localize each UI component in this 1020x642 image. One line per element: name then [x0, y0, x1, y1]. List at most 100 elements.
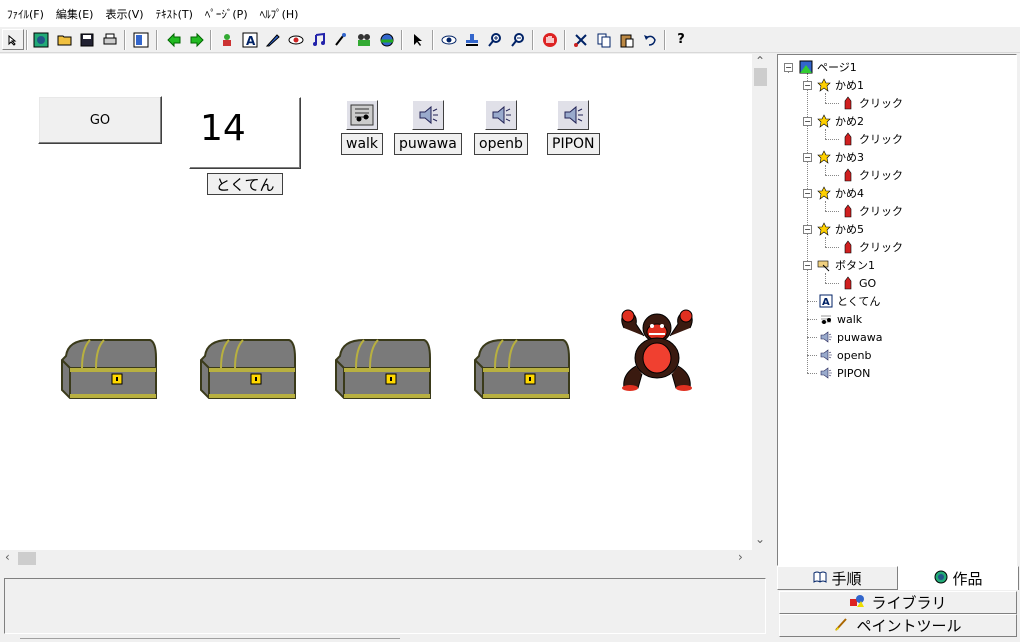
toolbar: A ? [0, 27, 1020, 53]
new-page-icon[interactable] [30, 29, 52, 50]
gorilla-character[interactable] [614, 308, 700, 392]
treasure-chest-2[interactable] [199, 338, 297, 400]
tree-node-click[interactable]: クリック [840, 167, 903, 183]
horizontal-scroll-thumb[interactable] [18, 552, 36, 565]
movie-icon[interactable] [353, 29, 375, 50]
text-object-icon: A [818, 293, 834, 309]
speaker-object-icon [818, 347, 834, 363]
sound-walk[interactable]: walk [341, 100, 384, 155]
tree-label: クリック [859, 169, 903, 182]
treasure-chest-3[interactable] [334, 338, 432, 400]
tree-label: かめ1 [835, 79, 864, 92]
pointer-icon[interactable] [2, 29, 24, 50]
speaker-icon[interactable] [411, 100, 444, 130]
vertical-scrollbar[interactable]: ⌃ ⌄ [752, 54, 769, 550]
menu-edit[interactable]: 編集(E) [53, 6, 103, 22]
scroll-right-icon[interactable]: › [738, 550, 743, 564]
paint-tool-button[interactable]: ペイントツール [779, 614, 1017, 637]
horizontal-scrollbar[interactable]: ‹ › [0, 550, 752, 567]
undo-icon[interactable] [639, 29, 661, 50]
scroll-left-icon[interactable]: ‹ [5, 550, 10, 564]
tree-node-click[interactable]: クリック [840, 95, 903, 111]
collapse-toggle[interactable]: − [803, 225, 812, 234]
page-canvas[interactable]: GO 14 とくてん walk puwawa openb PIPON [0, 54, 752, 550]
status-panel [4, 578, 766, 634]
tree-node-pipon[interactable]: PIPON [818, 365, 870, 381]
tab-work[interactable]: 作品 [898, 566, 1019, 590]
eye-tool-icon[interactable] [285, 29, 307, 50]
sound-openb[interactable]: openb [474, 100, 528, 155]
forward-arrow-icon[interactable] [186, 29, 208, 50]
scroll-down-icon[interactable]: ⌄ [755, 532, 765, 546]
tree-node-click[interactable]: クリック [840, 131, 903, 147]
tree-node-kame2[interactable]: かめ2 [816, 113, 864, 129]
preview-eye-icon[interactable] [438, 29, 460, 50]
tree-node-click[interactable]: クリック [840, 239, 903, 255]
collapse-toggle[interactable]: − [803, 117, 812, 126]
music-sound-icon[interactable] [346, 100, 379, 130]
speaker-object-icon [818, 365, 834, 381]
stop-hand-icon[interactable] [539, 29, 561, 50]
microphone-icon[interactable] [330, 29, 352, 50]
tree-node-tokuten[interactable]: A とくてん [818, 293, 880, 309]
sound-pipon[interactable]: PIPON [547, 100, 600, 155]
vertical-scroll-thumb[interactable] [754, 68, 767, 86]
menu-text[interactable]: ﾃｷｽﾄ(T) [153, 6, 202, 22]
click-event-icon [840, 167, 856, 183]
help-icon[interactable]: ? [670, 29, 692, 50]
print-icon[interactable] [99, 29, 121, 50]
globe-icon[interactable] [376, 29, 398, 50]
tree-node-click[interactable]: クリック [840, 203, 903, 219]
menu-file[interactable]: ﾌｧｲﾙ(F) [4, 6, 53, 22]
open-folder-icon[interactable] [54, 29, 76, 50]
tree-node-go[interactable]: GO [840, 275, 876, 291]
tree-node-kame3[interactable]: かめ3 [816, 149, 864, 165]
tree-label: クリック [859, 133, 903, 146]
tree-node-kame4[interactable]: かめ4 [816, 185, 864, 201]
sound-label-pipon: PIPON [547, 133, 600, 155]
collapse-toggle[interactable]: − [803, 261, 812, 270]
score-label: とくてん [207, 173, 283, 195]
star-character-icon [816, 113, 832, 129]
tree-node-kame1[interactable]: かめ1 [816, 77, 864, 93]
treasure-chest-4[interactable] [473, 338, 571, 400]
collapse-toggle[interactable]: − [803, 81, 812, 90]
collapse-toggle[interactable]: − [803, 153, 812, 162]
paste-icon[interactable] [616, 29, 638, 50]
tree-node-puwawa[interactable]: puwawa [818, 329, 882, 345]
select-arrow-icon[interactable] [407, 29, 429, 50]
zoom-out-icon[interactable] [507, 29, 529, 50]
tree-node-button1[interactable]: ボタン1 [816, 257, 875, 273]
draw-tool-icon[interactable] [262, 29, 284, 50]
menu-help[interactable]: ﾍﾙﾌﾟ(H) [257, 6, 308, 22]
menu-view[interactable]: 表示(V) [102, 6, 152, 22]
cut-icon[interactable] [570, 29, 592, 50]
music-icon[interactable] [308, 29, 330, 50]
speaker-object-icon [818, 329, 834, 345]
sound-puwawa[interactable]: puwawa [394, 100, 462, 155]
copy-icon[interactable] [593, 29, 615, 50]
save-icon[interactable] [76, 29, 98, 50]
back-arrow-icon[interactable] [163, 29, 185, 50]
character-icon[interactable] [216, 29, 238, 50]
speaker-icon[interactable] [484, 100, 517, 130]
tree-label: ボタン1 [835, 259, 875, 272]
tree-label: かめ3 [835, 151, 864, 164]
tab-steps[interactable]: 手順 [777, 566, 898, 590]
go-button[interactable]: GO [38, 96, 162, 144]
tree-node-walk[interactable]: walk [818, 311, 862, 327]
speaker-icon[interactable] [557, 100, 590, 130]
tree-node-page1[interactable]: ページ1 [798, 59, 857, 75]
menu-page[interactable]: ﾍﾟｰｼﾞ(P) [202, 6, 257, 22]
treasure-chest-1[interactable] [60, 338, 158, 400]
tree-node-kame5[interactable]: かめ5 [816, 221, 864, 237]
text-tool-icon[interactable]: A [239, 29, 261, 50]
tree-node-openb[interactable]: openb [818, 347, 871, 363]
collapse-toggle[interactable]: − [784, 63, 793, 72]
scroll-up-icon[interactable]: ⌃ [755, 54, 765, 68]
collapse-toggle[interactable]: − [803, 189, 812, 198]
stamp-icon[interactable] [461, 29, 483, 50]
layout-icon[interactable] [130, 29, 152, 50]
library-button[interactable]: ライブラリ [779, 591, 1017, 614]
zoom-in-icon[interactable] [484, 29, 506, 50]
